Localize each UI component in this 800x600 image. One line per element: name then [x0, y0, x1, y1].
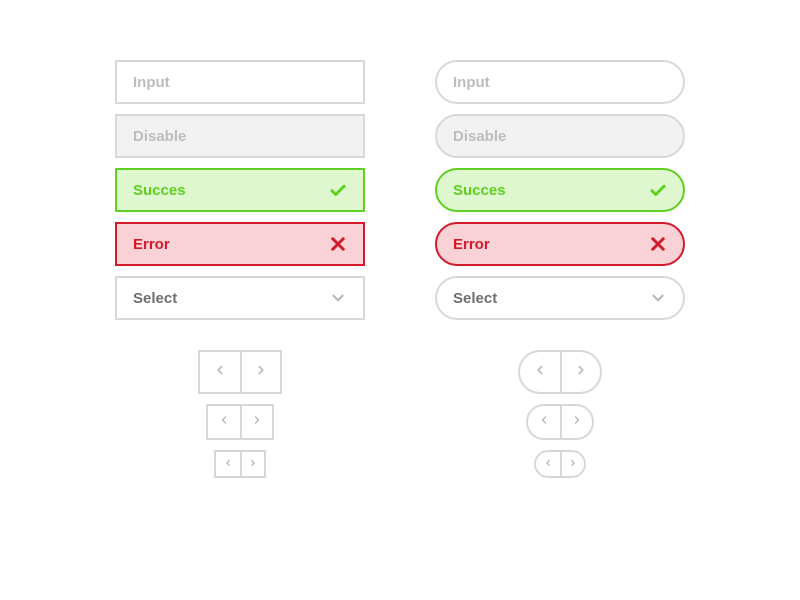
disabled-field: Disable	[115, 114, 365, 158]
error-field[interactable]: Error	[435, 222, 685, 266]
chevron-right-icon	[574, 363, 588, 382]
chevron-down-icon	[329, 289, 347, 307]
chevron-right-icon	[248, 455, 258, 473]
stepper-next-button[interactable]	[240, 452, 264, 476]
close-icon	[649, 235, 667, 253]
error-placeholder: Error	[133, 236, 170, 253]
success-placeholder: Succes	[133, 182, 186, 199]
select-placeholder: Select	[453, 290, 497, 307]
stepper-prev-button[interactable]	[216, 452, 240, 476]
stepper-lg	[518, 350, 602, 394]
select-field[interactable]: Select	[115, 276, 365, 320]
stepper-group-sharp	[198, 350, 282, 478]
close-icon	[329, 235, 347, 253]
disabled-field: Disable	[435, 114, 685, 158]
chevron-left-icon	[533, 363, 547, 382]
chevron-left-icon	[538, 413, 550, 431]
success-placeholder: Succes	[453, 182, 506, 199]
input-field[interactable]: Input	[115, 60, 365, 104]
stepper-md	[206, 404, 274, 440]
input-placeholder: Input	[453, 74, 490, 91]
stepper-sm	[534, 450, 586, 478]
stepper-next-button[interactable]	[240, 406, 272, 438]
input-field[interactable]: Input	[435, 60, 685, 104]
stepper-lg	[198, 350, 282, 394]
chevron-right-icon	[254, 363, 268, 382]
chevron-right-icon	[251, 413, 263, 431]
success-field[interactable]: Succes	[115, 168, 365, 212]
form-column-sharp: Input Disable Succes Error Select	[115, 60, 365, 600]
input-placeholder: Input	[133, 74, 170, 91]
stepper-next-button[interactable]	[560, 406, 592, 438]
success-field[interactable]: Succes	[435, 168, 685, 212]
stepper-prev-button[interactable]	[528, 406, 560, 438]
stepper-prev-button[interactable]	[200, 352, 240, 392]
chevron-right-icon	[571, 413, 583, 431]
disabled-placeholder: Disable	[453, 128, 506, 145]
form-column-rounded: Input Disable Succes Error Select	[435, 60, 685, 600]
stepper-next-button[interactable]	[560, 452, 584, 476]
chevron-left-icon	[213, 363, 227, 382]
chevron-left-icon	[223, 455, 233, 473]
disabled-placeholder: Disable	[133, 128, 186, 145]
chevron-down-icon	[649, 289, 667, 307]
error-field[interactable]: Error	[115, 222, 365, 266]
select-field[interactable]: Select	[435, 276, 685, 320]
stepper-md	[526, 404, 594, 440]
stepper-prev-button[interactable]	[208, 406, 240, 438]
stepper-next-button[interactable]	[560, 352, 600, 392]
error-placeholder: Error	[453, 236, 490, 253]
stepper-sm	[214, 450, 266, 478]
chevron-left-icon	[543, 455, 553, 473]
stepper-next-button[interactable]	[240, 352, 280, 392]
chevron-right-icon	[568, 455, 578, 473]
stepper-group-rounded	[518, 350, 602, 478]
stepper-prev-button[interactable]	[520, 352, 560, 392]
stepper-prev-button[interactable]	[536, 452, 560, 476]
check-icon	[329, 181, 347, 199]
select-placeholder: Select	[133, 290, 177, 307]
chevron-left-icon	[218, 413, 230, 431]
check-icon	[649, 181, 667, 199]
